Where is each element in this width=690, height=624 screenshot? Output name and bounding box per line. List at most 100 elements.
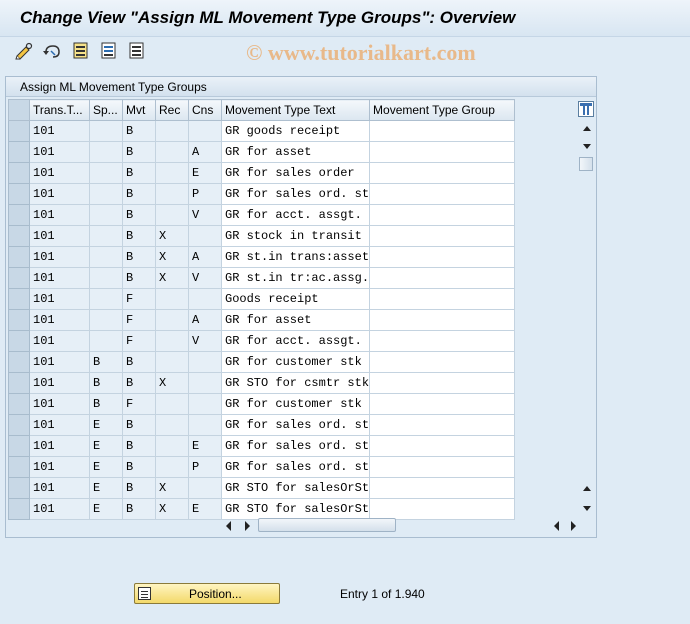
cell-rec: [155, 435, 189, 457]
column-header-special-stock[interactable]: Sp...: [89, 99, 123, 121]
select-all-icon[interactable]: [71, 42, 91, 60]
row-selector[interactable]: [8, 435, 30, 457]
table-row[interactable]: 101 B V GR for acct. assgt.: [8, 204, 516, 226]
table-control-panel: Assign ML Movement Type Groups Trans.T..…: [5, 76, 597, 538]
row-selector[interactable]: [8, 225, 30, 247]
cell-movement-type-group[interactable]: [369, 330, 516, 352]
cell-movement-type-group[interactable]: [369, 246, 516, 268]
cell-cns: P: [188, 183, 222, 205]
table-row[interactable]: 101 B E GR for sales order: [8, 162, 516, 184]
table-row[interactable]: 101 B B GR for customer stk: [8, 351, 516, 373]
cell-rec: [155, 183, 189, 205]
select-block-icon[interactable]: [99, 42, 119, 60]
deselect-all-icon[interactable]: [127, 42, 147, 60]
table-row[interactable]: 101 E B X GR STO for salesOrSt: [8, 477, 516, 499]
undo-icon[interactable]: [42, 42, 62, 60]
cell-cns: E: [188, 162, 222, 184]
cell-movement-type-group[interactable]: [369, 204, 516, 226]
row-selector[interactable]: [8, 204, 30, 226]
table-row[interactable]: 101 E B X E GR STO for salesOrSt: [8, 498, 516, 520]
table-row[interactable]: 101 B X A GR st.in trans:asset: [8, 246, 516, 268]
cell-movement-type-group[interactable]: [369, 309, 516, 331]
page-title: Change View "Assign ML Movement Type Gro…: [20, 8, 516, 27]
row-selector[interactable]: [8, 351, 30, 373]
cell-cns: V: [188, 267, 222, 289]
cell-movement-type-group[interactable]: [369, 267, 516, 289]
cell-rec: [155, 120, 189, 142]
column-header-movement-type-group[interactable]: Movement Type Group: [369, 99, 516, 121]
table-row[interactable]: 101 B B X GR STO for csmtr stk: [8, 372, 516, 394]
row-selector[interactable]: [8, 120, 30, 142]
cell-trans-type: 101: [29, 372, 90, 394]
row-selector[interactable]: [8, 372, 30, 394]
row-selector[interactable]: [8, 288, 30, 310]
row-selector[interactable]: [8, 183, 30, 205]
column-header-mvt[interactable]: Mvt: [122, 99, 156, 121]
row-selector[interactable]: [8, 477, 30, 499]
cell-movement-type-group[interactable]: [369, 351, 516, 373]
cell-movement-type-group[interactable]: [369, 120, 516, 142]
row-selector[interactable]: [8, 246, 30, 268]
row-selector[interactable]: [8, 330, 30, 352]
cell-movement-type-group[interactable]: [369, 225, 516, 247]
cell-cns: [188, 393, 222, 415]
row-selector[interactable]: [8, 267, 30, 289]
cell-movement-type-text: GR for sales ord. st: [220, 183, 371, 205]
table-row[interactable]: 101 B P GR for sales ord. st: [8, 183, 516, 205]
cell-cns: E: [188, 435, 222, 457]
cell-cns: A: [188, 141, 222, 163]
table-row[interactable]: 101 B X GR stock in transit: [8, 225, 516, 247]
vertical-scroll-thumb[interactable]: [579, 157, 593, 171]
column-header-movement-type-text[interactable]: Movement Type Text: [220, 99, 371, 121]
cell-cns: [188, 225, 222, 247]
panel-title: Assign ML Movement Type Groups: [6, 77, 596, 97]
position-button[interactable]: Position...: [134, 583, 280, 604]
table-row[interactable]: 101 F Goods receipt: [8, 288, 516, 310]
cell-mvt: F: [122, 309, 156, 331]
table-row[interactable]: 101 F V GR for acct. assgt.: [8, 330, 516, 352]
row-selector[interactable]: [8, 456, 30, 478]
table-row[interactable]: 101 E B E GR for sales ord. st: [8, 435, 516, 457]
table-row[interactable]: 101 B A GR for asset: [8, 141, 516, 163]
cell-trans-type: 101: [29, 414, 90, 436]
row-selector[interactable]: [8, 393, 30, 415]
cell-trans-type: 101: [29, 456, 90, 478]
table-row[interactable]: 101 E B P GR for sales ord. st: [8, 456, 516, 478]
cell-movement-type-group[interactable]: [369, 162, 516, 184]
cell-movement-type-group[interactable]: [369, 393, 516, 415]
scroll-up-bottom-icon: [583, 486, 591, 491]
column-header-cns[interactable]: Cns: [188, 99, 222, 121]
table-row[interactable]: 101 B GR goods receipt: [8, 120, 516, 142]
select-all-column-header[interactable]: [8, 99, 30, 121]
cell-movement-type-group[interactable]: [369, 141, 516, 163]
cell-mvt: F: [122, 288, 156, 310]
cell-mvt: B: [122, 477, 156, 499]
row-selector[interactable]: [8, 414, 30, 436]
cell-movement-type-group[interactable]: [369, 456, 516, 478]
cell-special-stock: [89, 120, 123, 142]
cell-movement-type-group[interactable]: [369, 372, 516, 394]
column-header-rec[interactable]: Rec: [155, 99, 189, 121]
cell-movement-type-group[interactable]: [369, 414, 516, 436]
row-selector[interactable]: [8, 309, 30, 331]
cell-movement-type-group[interactable]: [369, 498, 516, 520]
cell-rec: [155, 162, 189, 184]
scroll-right-icon: [245, 521, 250, 531]
cell-cns: [188, 414, 222, 436]
cell-movement-type-group[interactable]: [369, 477, 516, 499]
cell-movement-type-group[interactable]: [369, 183, 516, 205]
row-selector[interactable]: [8, 162, 30, 184]
cell-cns: [188, 477, 222, 499]
horizontal-scroll-thumb[interactable]: [258, 518, 396, 532]
cell-rec: [155, 204, 189, 226]
column-header-trans-type[interactable]: Trans.T...: [29, 99, 90, 121]
table-row[interactable]: 101 B F GR for customer stk: [8, 393, 516, 415]
cell-movement-type-group[interactable]: [369, 435, 516, 457]
table-row[interactable]: 101 F A GR for asset: [8, 309, 516, 331]
row-selector[interactable]: [8, 141, 30, 163]
table-row[interactable]: 101 B X V GR st.in tr:ac.assg.: [8, 267, 516, 289]
table-row[interactable]: 101 E B GR for sales ord. st: [8, 414, 516, 436]
row-selector[interactable]: [8, 498, 30, 520]
cell-movement-type-group[interactable]: [369, 288, 516, 310]
display-change-icon[interactable]: [14, 42, 34, 60]
